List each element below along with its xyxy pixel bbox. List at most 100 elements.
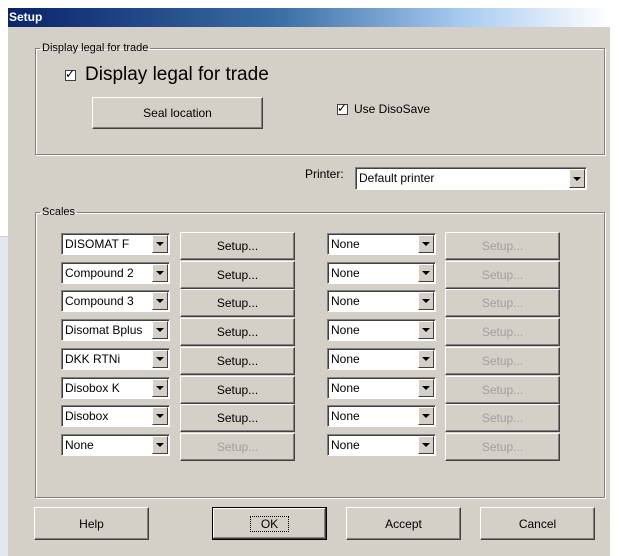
chevron-down-icon[interactable]	[418, 379, 434, 397]
scale-select-left-4[interactable]: Disomat Bplus	[61, 319, 170, 341]
checkmark-icon: ✓	[65, 66, 76, 81]
scale-select-value: Compound 3	[65, 294, 134, 308]
scale-setup-button-left-1[interactable]: Setup...	[180, 232, 295, 260]
scale-select-right-5[interactable]: None	[327, 348, 436, 370]
cancel-button[interactable]: Cancel	[480, 507, 595, 540]
chevron-down-icon[interactable]	[152, 436, 168, 454]
scale-select-value: None	[331, 237, 360, 251]
scale-select-value: None	[331, 438, 360, 452]
scale-select-right-7[interactable]: None	[327, 405, 436, 427]
scale-setup-button-left-6[interactable]: Setup...	[180, 376, 295, 404]
background-strip	[0, 237, 8, 556]
scale-setup-label: Setup...	[216, 239, 259, 253]
display-legal-checkbox-box[interactable]: ✓	[65, 66, 76, 81]
scale-select-value: DISOMAT F	[65, 237, 130, 251]
chevron-down-icon[interactable]	[152, 321, 168, 339]
scale-select-value: None	[331, 266, 360, 280]
scale-setup-label: Setup...	[481, 411, 524, 425]
scale-select-value: Disomat Bplus	[65, 323, 143, 337]
scale-select-right-4[interactable]: None	[327, 319, 436, 341]
scale-select-left-3[interactable]: Compound 3	[61, 290, 170, 312]
chevron-down-icon[interactable]	[418, 321, 434, 339]
scale-select-right-3[interactable]: None	[327, 290, 436, 312]
scale-select-right-1[interactable]: None	[327, 233, 436, 255]
scale-setup-button-right-4[interactable]: Setup...	[445, 318, 560, 346]
chevron-down-icon[interactable]	[418, 292, 434, 310]
scale-select-value: None	[65, 438, 94, 452]
accept-button-label: Accept	[385, 516, 422, 531]
scale-select-right-8[interactable]: None	[327, 434, 436, 456]
scale-select-value: Compound 2	[65, 266, 134, 280]
chevron-down-icon[interactable]	[152, 264, 168, 282]
setup-dialog: Setup Display legal for trade ✓ Display …	[8, 8, 610, 556]
scale-select-value: None	[331, 409, 360, 423]
scale-setup-label: Setup...	[216, 354, 259, 368]
ok-button-label: OK	[249, 515, 290, 532]
chevron-down-icon[interactable]	[152, 292, 168, 310]
chevron-down-icon[interactable]	[418, 407, 434, 425]
help-button-label: Help	[79, 516, 104, 531]
printer-label: Printer:	[305, 167, 344, 181]
printer-select[interactable]: Default printer	[355, 167, 587, 190]
scale-setup-button-left-3[interactable]: Setup...	[180, 289, 295, 317]
scale-select-left-5[interactable]: DKK RTNi	[61, 348, 170, 370]
scale-setup-label: Setup...	[216, 296, 259, 310]
scale-setup-label: Setup...	[481, 296, 524, 310]
scale-select-left-2[interactable]: Compound 2	[61, 262, 170, 284]
scale-setup-button-left-4[interactable]: Setup...	[180, 318, 295, 346]
scale-select-value: None	[331, 294, 360, 308]
scale-setup-button-right-3[interactable]: Setup...	[445, 289, 560, 317]
scale-setup-button-right-5[interactable]: Setup...	[445, 347, 560, 375]
chevron-down-icon[interactable]	[152, 350, 168, 368]
ok-button[interactable]: OK	[212, 507, 327, 540]
checkmark-icon: ✓	[337, 100, 348, 115]
chevron-down-icon[interactable]	[418, 350, 434, 368]
scale-setup-label: Setup...	[216, 411, 259, 425]
display-legal-checkbox[interactable]: ✓ Display legal for trade	[65, 63, 269, 87]
scale-setup-label: Setup...	[481, 383, 524, 397]
title-bar[interactable]: Setup	[8, 8, 610, 27]
chevron-down-icon[interactable]	[418, 436, 434, 454]
scale-select-right-2[interactable]: None	[327, 262, 436, 284]
window-title: Setup	[9, 10, 43, 24]
chevron-down-icon[interactable]	[152, 235, 168, 253]
chevron-down-icon[interactable]	[418, 235, 434, 253]
scale-setup-button-left-5[interactable]: Setup...	[180, 347, 295, 375]
chevron-down-icon[interactable]	[418, 264, 434, 282]
scale-select-value: Disobox	[65, 409, 109, 423]
scale-setup-button-left-7[interactable]: Setup...	[180, 404, 295, 432]
scale-setup-label: Setup...	[481, 268, 524, 282]
scale-setup-button-right-8[interactable]: Setup...	[445, 433, 560, 461]
scale-setup-label: Setup...	[216, 383, 259, 397]
scale-setup-button-right-6[interactable]: Setup...	[445, 376, 560, 404]
help-button[interactable]: Help	[34, 507, 149, 540]
scale-select-value: None	[331, 381, 360, 395]
seal-location-label: Seal location	[143, 106, 212, 120]
chevron-down-icon[interactable]	[569, 169, 585, 188]
scale-select-left-1[interactable]: DISOMAT F	[61, 233, 170, 255]
scale-select-value: None	[331, 352, 360, 366]
seal-location-button[interactable]: Seal location	[92, 97, 263, 129]
scales-group-legend: Scales	[42, 206, 76, 218]
scale-select-left-8[interactable]: None	[61, 434, 170, 456]
chevron-down-icon[interactable]	[152, 379, 168, 397]
use-disosave-checkbox-box[interactable]: ✓	[337, 100, 348, 115]
scale-setup-label: Setup...	[481, 325, 524, 339]
legal-group-legend: Display legal for trade	[42, 42, 149, 54]
scale-setup-button-right-7[interactable]: Setup...	[445, 404, 560, 432]
scale-select-value: DKK RTNi	[65, 352, 121, 366]
scale-setup-button-left-8[interactable]: Setup...	[180, 433, 295, 461]
chevron-down-icon[interactable]	[152, 407, 168, 425]
printer-select-value: Default printer	[359, 171, 435, 185]
scale-select-value: Disobox K	[65, 381, 120, 395]
scale-setup-label: Setup...	[481, 440, 524, 454]
use-disosave-checkbox[interactable]: ✓ Use DisoSave	[337, 101, 430, 117]
scale-select-left-6[interactable]: Disobox K	[61, 377, 170, 399]
scale-setup-label: Setup...	[216, 268, 259, 282]
scale-setup-button-right-1[interactable]: Setup...	[445, 232, 560, 260]
accept-button[interactable]: Accept	[346, 507, 461, 540]
scale-select-left-7[interactable]: Disobox	[61, 405, 170, 427]
scale-setup-button-left-2[interactable]: Setup...	[180, 261, 295, 289]
scale-setup-button-right-2[interactable]: Setup...	[445, 261, 560, 289]
scale-select-right-6[interactable]: None	[327, 377, 436, 399]
